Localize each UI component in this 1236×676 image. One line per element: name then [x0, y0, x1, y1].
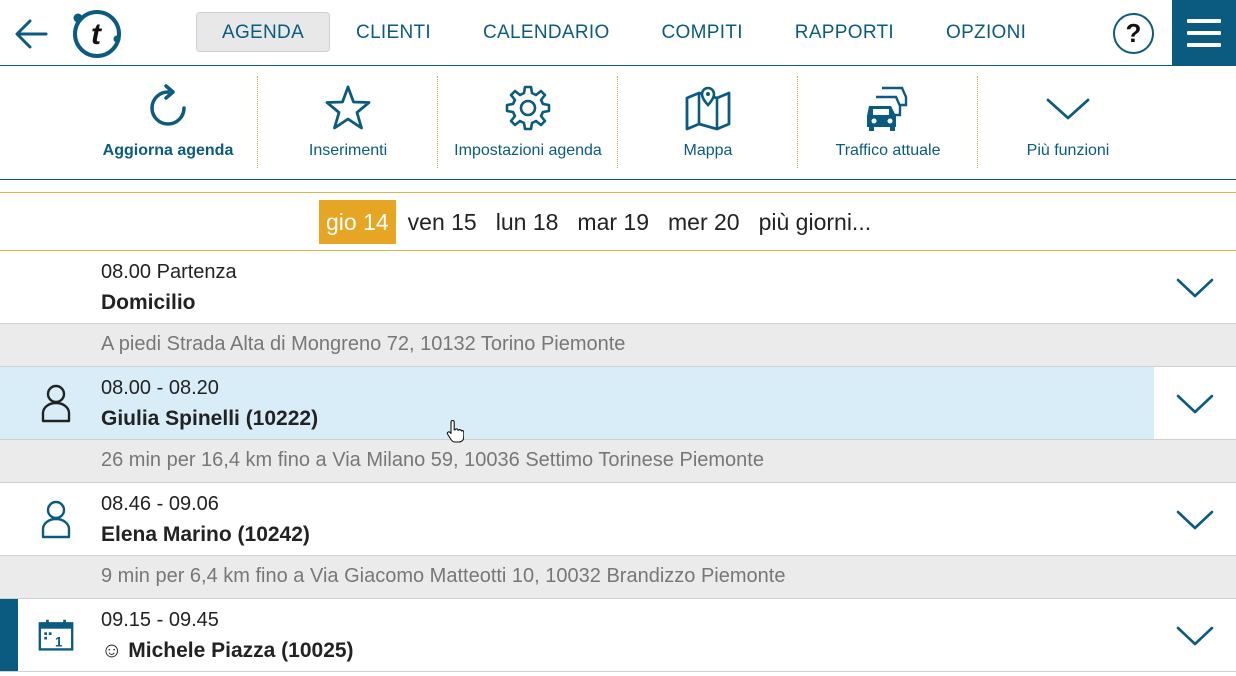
main-nav: AGENDA CLIENTI CALENDARIO COMPITI RAPPOR…	[196, 12, 1052, 52]
menu-line	[1187, 31, 1221, 35]
help-button[interactable]: ?	[1113, 13, 1154, 54]
travel-text: 9 min per 6,4 km fino a Via Giacomo Matt…	[101, 565, 786, 587]
chevron-down-icon[interactable]	[1176, 393, 1214, 415]
top-bar: t AGENDA CLIENTI CALENDARIO COMPITI RAPP…	[0, 0, 1236, 66]
nav-clienti[interactable]: CLIENTI	[330, 12, 457, 52]
agenda-row-appointment[interactable]: 1 09.15 - 09.45 ☺ Michele Piazza (10025)	[0, 599, 1236, 672]
map-button[interactable]: Mappa	[618, 76, 798, 170]
calendar-day-number: 1	[55, 635, 63, 650]
row-time: 08.00 - 08.20	[101, 377, 219, 399]
agenda-toolbar: Aggiorna agenda Inserimenti Impostazioni…	[0, 66, 1236, 180]
traffic-button[interactable]: Traffico attuale	[798, 76, 978, 170]
arrow-left-icon[interactable]	[12, 14, 52, 54]
person-icon	[41, 384, 71, 423]
row-time: 08.00 Partenza	[101, 261, 237, 283]
hamburger-menu-button[interactable]	[1172, 0, 1236, 66]
tool-label: Mappa	[683, 142, 733, 159]
more-functions-button[interactable]: Più funzioni	[978, 76, 1158, 170]
travel-info: 9 min per 6,4 km fino a Via Giacomo Matt…	[0, 556, 1236, 599]
agenda-settings-button[interactable]: Impostazioni agenda	[438, 76, 618, 170]
agenda-row-appointment[interactable]: 08.00 - 08.20 Giulia Spinelli (10222)	[0, 367, 1236, 440]
gear-icon	[505, 85, 551, 131]
day-tab-mer-20[interactable]: mer 20	[661, 200, 747, 244]
insert-button[interactable]: Inserimenti	[258, 76, 438, 170]
tool-label: Traffico attuale	[835, 142, 941, 159]
day-tab-gio-14[interactable]: gio 14	[319, 200, 396, 244]
person-icon	[41, 500, 71, 539]
nav-calendario[interactable]: CALENDARIO	[457, 12, 636, 52]
row-time: 08.46 - 09.06	[101, 493, 219, 515]
refresh-agenda-button[interactable]: Aggiorna agenda	[78, 76, 258, 170]
logo-letter: t	[91, 18, 103, 51]
chevron-down-icon[interactable]	[1176, 277, 1214, 299]
refresh-icon	[150, 84, 186, 126]
traffic-icon	[867, 86, 908, 131]
hand-cursor-icon	[446, 420, 464, 443]
nav-compiti[interactable]: COMPITI	[636, 12, 769, 52]
chevron-down-icon[interactable]	[1176, 509, 1214, 531]
day-tab-lun-18[interactable]: lun 18	[489, 200, 566, 244]
day-tab-ven-15[interactable]: ven 15	[401, 200, 484, 244]
tool-label: Più funzioni	[1026, 142, 1110, 159]
star-icon	[325, 85, 371, 130]
row-marker	[0, 599, 18, 671]
agenda-row-start[interactable]: 08.00 Partenza Domicilio	[0, 251, 1236, 324]
chevron-down-icon	[1046, 98, 1090, 120]
day-tab-mar-19[interactable]: mar 19	[570, 200, 656, 244]
agenda-row-appointment[interactable]: 08.46 - 09.06 Elena Marino (10242)	[0, 483, 1236, 556]
map-icon	[685, 86, 731, 131]
travel-info: 26 min per 16,4 km fino a Via Milano 59,…	[0, 440, 1236, 483]
travel-text: A piedi Strada Alta di Mongreno 72, 1013…	[101, 333, 626, 355]
nav-agenda[interactable]: AGENDA	[196, 12, 331, 52]
row-name: Elena Marino (10242)	[101, 523, 310, 546]
tool-label: Impostazioni agenda	[454, 142, 602, 159]
nav-opzioni[interactable]: OPZIONI	[920, 12, 1052, 52]
tool-label: Aggiorna agenda	[102, 142, 234, 159]
menu-line	[1187, 19, 1221, 23]
calendar-icon: 1	[38, 619, 74, 651]
tool-label: Inserimenti	[308, 142, 388, 159]
row-name: Giulia Spinelli (10222)	[101, 407, 319, 430]
chevron-down-icon[interactable]	[1176, 625, 1214, 647]
row-name: ☺ Michele Piazza (10025)	[101, 639, 354, 662]
menu-line	[1187, 43, 1221, 47]
app-logo: t	[73, 10, 121, 58]
nav-rapporti[interactable]: RAPPORTI	[769, 12, 920, 52]
travel-text: 26 min per 16,4 km fino a Via Milano 59,…	[101, 449, 764, 471]
more-days-link[interactable]: più giorni...	[752, 200, 879, 244]
row-time: 09.15 - 09.45	[101, 609, 219, 631]
day-selector: gio 14 ven 15 lun 18 mar 19 mer 20 più g…	[0, 192, 1236, 251]
travel-info: A piedi Strada Alta di Mongreno 72, 1013…	[0, 324, 1236, 367]
row-name: Domicilio	[101, 291, 196, 314]
